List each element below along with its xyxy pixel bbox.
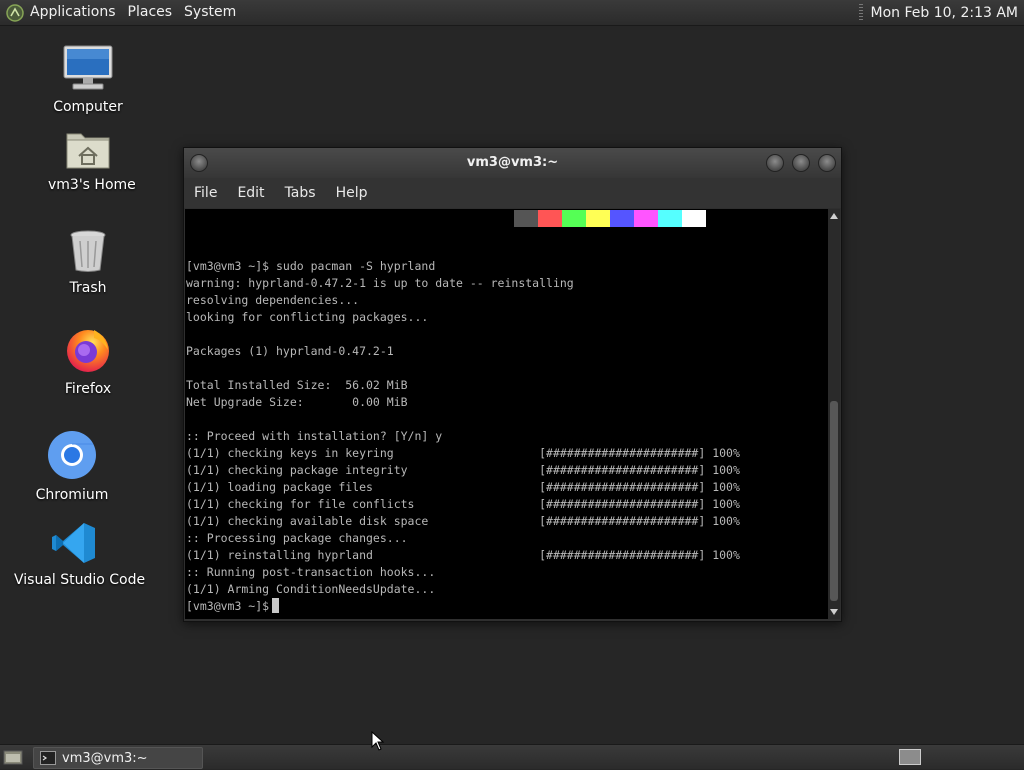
color-swatch <box>634 210 658 227</box>
vscode-icon <box>14 521 134 569</box>
terminal-app-icon <box>40 751 56 765</box>
terminal-line: (1/1) checking for file conflicts [#####… <box>186 497 740 511</box>
terminal-line: Total Installed Size: 56.02 MiB <box>186 378 408 392</box>
menu-edit[interactable]: Edit <box>227 178 274 208</box>
terminal-line: Packages (1) hyprland-0.47.2-1 <box>186 344 394 358</box>
mouse-pointer-icon <box>371 730 385 755</box>
desktop-icon-label: Trash <box>69 280 107 296</box>
terminal-line: (1/1) reinstalling hyprland [###########… <box>186 548 740 562</box>
terminal-menubar: File Edit Tabs Help <box>184 178 841 208</box>
computer-icon <box>48 44 128 96</box>
color-swatch <box>682 210 706 227</box>
minimize-button[interactable] <box>766 154 784 172</box>
terminal-window[interactable]: vm3@vm3:~ File Edit Tabs Help [vm3@vm3 ~… <box>183 147 842 622</box>
desktop-icon-label: vm3's Home <box>48 177 136 193</box>
window-titlebar[interactable]: vm3@vm3:~ <box>184 148 841 178</box>
top-panel: Applications Places System Mon Feb 10, 2… <box>0 0 1024 26</box>
scroll-up-arrow-icon[interactable] <box>830 213 838 219</box>
terminal-line: (1/1) Arming ConditionNeedsUpdate... <box>186 582 436 596</box>
desktop-icon-trash[interactable]: Trash <box>48 229 128 296</box>
taskbar-task-label: vm3@vm3:~ <box>62 750 148 766</box>
scroll-thumb[interactable] <box>830 401 838 601</box>
clock[interactable]: Mon Feb 10, 2:13 AM <box>871 5 1018 21</box>
desktop-icon-chromium[interactable]: Chromium <box>32 430 112 503</box>
terminal-lines: [vm3@vm3 ~]$ sudo pacman -S hyprland warn… <box>186 258 740 615</box>
system-menu[interactable]: System <box>178 0 242 25</box>
terminal-line: resolving dependencies... <box>186 293 360 307</box>
mate-logo-icon[interactable] <box>6 3 24 22</box>
terminal-line: looking for conflicting packages... <box>186 310 429 324</box>
desktop-icon-vscode[interactable]: Visual Studio Code <box>14 521 146 588</box>
terminal-line: Net Upgrade Size: 0.00 MiB <box>186 395 408 409</box>
home-folder-icon <box>48 128 128 174</box>
terminal-line: :: Proceed with installation? [Y/n] y <box>186 429 443 443</box>
terminal-line: [vm3@vm3 ~]$ sudo pacman -S hyprland <box>186 259 436 273</box>
places-menu[interactable]: Places <box>122 0 179 25</box>
scroll-down-arrow-icon[interactable] <box>830 609 838 615</box>
terminal-line: :: Running post-transaction hooks... <box>186 565 436 579</box>
terminal-prompt: [vm3@vm3 ~]$ <box>186 599 270 613</box>
panel-handle[interactable] <box>858 4 863 21</box>
desktop-icon-label: Firefox <box>64 381 112 397</box>
terminal-prompt-line: [vm3@vm3 ~]$ <box>186 598 740 615</box>
desktop-icon-label: Chromium <box>35 487 109 503</box>
desktop-icon-home[interactable]: vm3's Home <box>48 128 136 193</box>
firefox-icon <box>48 326 128 378</box>
terminal-cursor <box>272 598 280 613</box>
color-test-bar <box>514 210 706 227</box>
top-menus: Applications Places System <box>6 0 242 25</box>
bottom-panel: vm3@vm3:~ <box>0 744 1024 769</box>
menu-file[interactable]: File <box>184 178 227 208</box>
color-swatch <box>562 210 586 227</box>
clock-area: Mon Feb 10, 2:13 AM <box>858 0 1018 25</box>
desktop-icon-label: Computer <box>53 99 123 115</box>
desktop-icon-firefox[interactable]: Firefox <box>48 326 128 397</box>
window-title: vm3@vm3:~ <box>466 155 559 170</box>
menu-help[interactable]: Help <box>326 178 378 208</box>
taskbar-terminal-button[interactable]: vm3@vm3:~ <box>33 747 203 769</box>
color-swatch <box>538 210 562 227</box>
color-swatch <box>658 210 682 227</box>
color-swatch <box>514 210 538 227</box>
terminal-line: :: Processing package changes... <box>186 531 408 545</box>
terminal-line: (1/1) checking keys in keyring [########… <box>186 446 740 460</box>
workspace-switcher-icon[interactable] <box>899 749 921 769</box>
menu-tabs[interactable]: Tabs <box>275 178 326 208</box>
applications-menu[interactable]: Applications <box>28 0 122 25</box>
terminal-line: (1/1) checking available disk space [###… <box>186 514 740 528</box>
color-swatch <box>586 210 610 227</box>
close-button[interactable] <box>818 154 836 172</box>
color-swatch <box>610 210 634 227</box>
desktop-icon-label: Visual Studio Code <box>14 572 146 588</box>
show-desktop-icon[interactable] <box>3 748 23 770</box>
terminal-output[interactable]: [vm3@vm3 ~]$ sudo pacman -S hyprland warn… <box>185 209 828 619</box>
trash-icon <box>48 229 128 277</box>
chromium-icon <box>32 430 112 484</box>
terminal-line: (1/1) checking package integrity [######… <box>186 463 740 477</box>
terminal-line: warning: hyprland-0.47.2-1 is up to date… <box>186 276 574 290</box>
maximize-button[interactable] <box>792 154 810 172</box>
terminal-line: (1/1) loading package files [###########… <box>186 480 740 494</box>
terminal-scrollbar[interactable] <box>828 209 840 619</box>
desktop-icon-computer[interactable]: Computer <box>48 44 128 115</box>
